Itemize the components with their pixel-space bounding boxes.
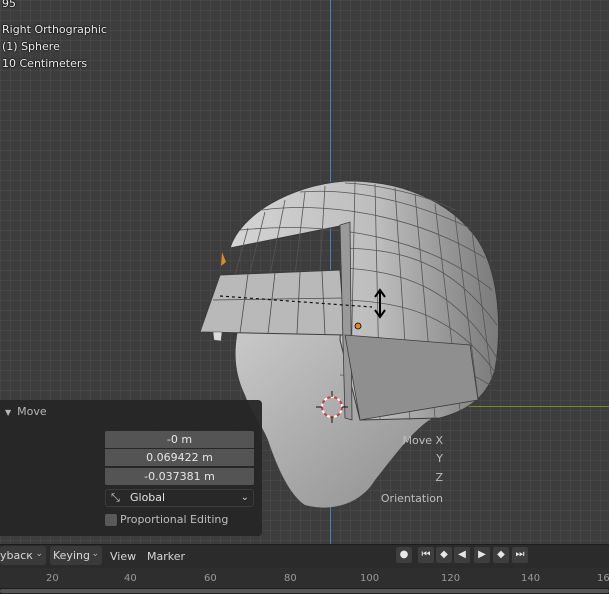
keying-menu[interactable]: Keying ⌄ xyxy=(50,546,102,565)
prev-keyframe-button[interactable]: ◆ xyxy=(436,547,452,563)
collapse-triangle-icon[interactable]: ▼ xyxy=(5,408,11,417)
marker-menu[interactable]: Marker xyxy=(147,550,185,563)
operator-panel-header[interactable]: ▼ Move xyxy=(5,405,47,418)
orientation-value: Global xyxy=(130,491,166,504)
tick-label: 80 xyxy=(284,573,297,584)
scale-info: 10 Centimeters xyxy=(2,57,88,70)
view-name: Right Orthographic xyxy=(2,23,107,36)
tick-label: 16 xyxy=(597,573,609,584)
timeline-scrollbar-thumb[interactable] xyxy=(0,589,609,593)
tick-label: 120 xyxy=(441,573,461,584)
playback-menu-label: ybacк xyxy=(0,549,33,562)
chevron-down-icon: ⌄ xyxy=(91,549,99,559)
play-reverse-button[interactable]: ◀ xyxy=(454,547,470,563)
orientation-select[interactable]: ⤡ Global ⌄ xyxy=(105,489,254,507)
move-z-field[interactable]: -0.037381 m xyxy=(105,468,254,485)
move-z-label: Z xyxy=(435,471,443,484)
chevron-down-icon: ⌄ xyxy=(35,549,43,559)
object-name: (1) Sphere xyxy=(2,40,60,53)
chevron-down-icon: ⌄ xyxy=(240,492,249,503)
move-y-field[interactable]: 0.069422 m xyxy=(105,449,254,466)
move-y-label: Y xyxy=(436,452,443,465)
selected-vertex[interactable] xyxy=(354,322,362,330)
orientation-label: Orientation xyxy=(380,492,443,505)
frame-counter: 95 xyxy=(2,0,16,10)
jump-end-button[interactable]: ⏭ xyxy=(512,547,528,563)
operator-title: Move xyxy=(17,405,47,418)
tick-label: 20 xyxy=(46,573,59,584)
move-x-field[interactable]: -0 m xyxy=(105,431,254,448)
tick-label: 60 xyxy=(204,573,217,584)
keying-menu-label: Keying xyxy=(53,549,90,562)
proportional-editing-checkbox[interactable] xyxy=(105,514,117,526)
move-x-label: Move X xyxy=(402,434,443,447)
proportional-editing-label: Proportional Editing xyxy=(120,513,229,526)
origin-orange-edge xyxy=(221,252,226,266)
tick-label: 100 xyxy=(360,573,380,584)
playback-menu[interactable]: ybacк ⌄ xyxy=(0,546,46,565)
view-menu[interactable]: View xyxy=(110,550,136,563)
ear-nub xyxy=(212,331,223,342)
record-button[interactable]: ● xyxy=(396,547,412,563)
tick-label: 40 xyxy=(124,573,137,584)
next-keyframe-button[interactable]: ◆ xyxy=(493,547,509,563)
jump-start-button[interactable]: ⏮ xyxy=(418,547,434,563)
play-button[interactable]: ▶ xyxy=(474,547,490,563)
tick-label: 140 xyxy=(521,573,541,584)
orientation-global-icon: ⤡ xyxy=(111,491,120,504)
